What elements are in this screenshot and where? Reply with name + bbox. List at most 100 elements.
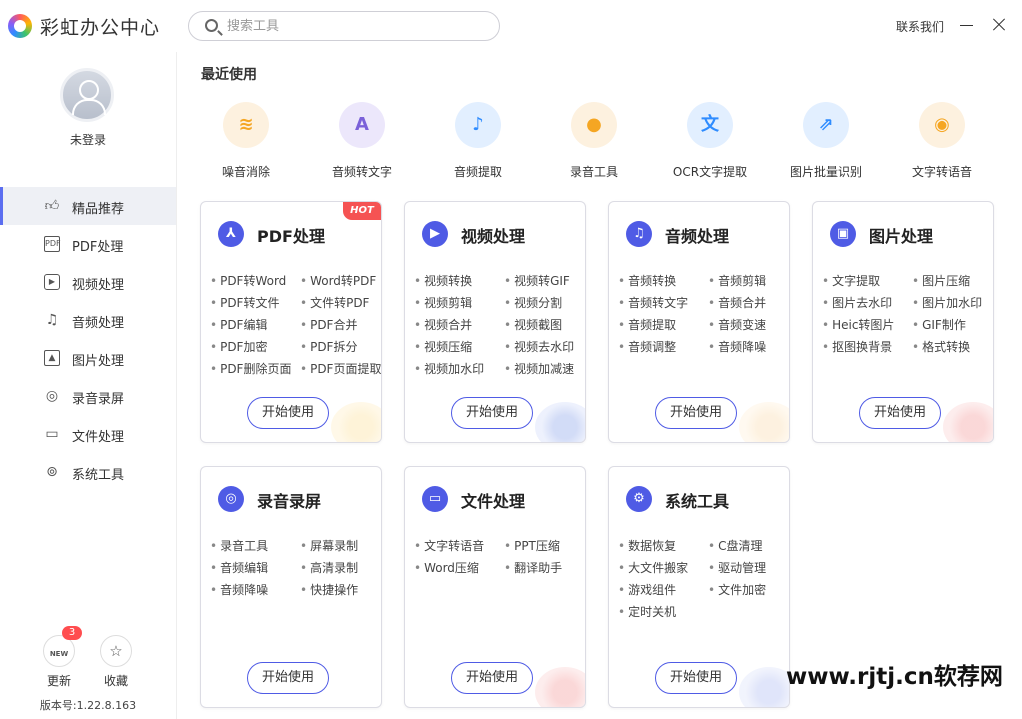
card-item[interactable]: PDF转文件	[210, 294, 302, 312]
avatar[interactable]	[60, 68, 114, 122]
card-item[interactable]: 抠图换背景	[822, 338, 914, 356]
image-icon: ▣	[830, 221, 856, 247]
card-item[interactable]: 图片加水印	[912, 294, 993, 312]
recent-item-noise-cancel[interactable]: ≋ 噪音消除	[188, 102, 304, 182]
card-item[interactable]: 音频转文字	[618, 294, 710, 312]
close-icon[interactable]	[990, 14, 1010, 36]
card-item[interactable]: 音频提取	[618, 316, 710, 334]
card-item[interactable]: 视频转GIF	[504, 272, 585, 290]
card-title: PDF处理	[257, 227, 325, 246]
card-audio: ♫ 音频处理 音频转换 音频剪辑 音频转文字 音频合并 音频提取 音频变速 音频…	[608, 201, 790, 443]
card-item[interactable]: 音频编辑	[210, 559, 302, 577]
recent-tools: ≋ 噪音消除 A 音频转文字 ♪ 音频提取 ● 录音工具 文 OCR文字提取 ⇗…	[188, 102, 1008, 182]
pdf-icon: ⅄	[218, 221, 244, 247]
card-item[interactable]: 文字提取	[822, 272, 914, 290]
pdf-icon: PDF	[44, 236, 61, 252]
decoration	[535, 667, 585, 707]
sidebar-item-featured[interactable]: 👍︎ 精品推荐	[0, 187, 176, 225]
recent-item-ocr[interactable]: 文 OCR文字提取	[652, 102, 768, 182]
card-item[interactable]: 视频去水印	[504, 338, 585, 356]
sidebar-item-pdf[interactable]: PDF PDF处理	[0, 225, 176, 263]
card-item[interactable]: 图片压缩	[912, 272, 993, 290]
card-item[interactable]: 视频加减速	[504, 360, 585, 378]
card-item[interactable]: 音频降噪	[210, 581, 302, 599]
card-item[interactable]: 音频变速	[708, 316, 789, 334]
star-icon: ☆	[109, 642, 123, 660]
card-item[interactable]: Word压缩	[414, 559, 506, 577]
card-item[interactable]: 视频加水印	[414, 360, 506, 378]
card-item[interactable]: 驱动管理	[708, 559, 789, 577]
card-item[interactable]: 数据恢复	[618, 537, 710, 555]
card-item[interactable]: PDF合并	[300, 316, 381, 334]
start-button[interactable]: 开始使用	[247, 397, 329, 429]
card-item[interactable]: 音频降噪	[708, 338, 789, 356]
card-item[interactable]: 游戏组件	[618, 581, 710, 599]
card-item[interactable]: 视频剪辑	[414, 294, 506, 312]
sidebar-item-label: 图片处理	[72, 354, 125, 369]
search-input[interactable]	[227, 16, 487, 36]
recent-item-recorder[interactable]: ● 录音工具	[536, 102, 652, 182]
card-item[interactable]: 视频截图	[504, 316, 585, 334]
recent-item-image-recognize[interactable]: ⇗ 图片批量识别	[768, 102, 884, 182]
card-item[interactable]: 定时关机	[618, 603, 710, 621]
start-button[interactable]: 开始使用	[247, 662, 329, 694]
card-title: 视频处理	[461, 227, 526, 246]
start-button[interactable]: 开始使用	[451, 397, 533, 429]
card-item[interactable]: 录音工具	[210, 537, 302, 555]
sidebar-item-system[interactable]: ⊚ 系统工具	[0, 453, 176, 491]
search-box[interactable]	[188, 11, 500, 41]
card-item[interactable]: 音频剪辑	[708, 272, 789, 290]
card-item[interactable]: PDF转Word	[210, 272, 302, 290]
recent-item-label: 文字转语音	[911, 165, 972, 179]
card-item[interactable]: 文件转PDF	[300, 294, 381, 312]
card-item[interactable]: 视频合并	[414, 316, 506, 334]
favorite-button[interactable]: ☆	[100, 635, 132, 667]
start-button[interactable]: 开始使用	[451, 662, 533, 694]
card-item[interactable]: 音频转换	[618, 272, 710, 290]
card-item[interactable]: 高清录制	[300, 559, 381, 577]
start-button[interactable]: 开始使用	[655, 397, 737, 429]
card-item[interactable]: 文字转语音	[414, 537, 506, 555]
card-item[interactable]: 屏幕录制	[300, 537, 381, 555]
sidebar-item-image[interactable]: ▲ 图片处理	[0, 339, 176, 377]
card-item[interactable]: PPT压缩	[504, 537, 585, 555]
card-recording: ◎ 录音录屏 录音工具 屏幕录制 音频编辑 高清录制 音频降噪 快捷操作 开始使…	[200, 466, 382, 708]
card-item[interactable]: 音频合并	[708, 294, 789, 312]
card-item[interactable]: 视频分割	[504, 294, 585, 312]
sidebar-item-label: 音频处理	[72, 316, 125, 331]
sidebar-item-video[interactable]: ▶ 视频处理	[0, 263, 176, 301]
start-button[interactable]: 开始使用	[655, 662, 737, 694]
card-item[interactable]: PDF拆分	[300, 338, 381, 356]
login-status[interactable]: 未登录	[0, 131, 176, 148]
card-item[interactable]: Heic转图片	[822, 316, 914, 334]
card-item[interactable]: 大文件搬家	[618, 559, 710, 577]
recent-item-audio-to-text[interactable]: A 音频转文字	[304, 102, 420, 182]
recent-item-text-to-speech[interactable]: ◉ 文字转语音	[884, 102, 1000, 182]
card-item[interactable]: C盘清理	[708, 537, 789, 555]
card-item[interactable]: 视频转换	[414, 272, 506, 290]
decoration	[331, 402, 381, 442]
recent-item-label: OCR文字提取	[672, 165, 748, 179]
card-item[interactable]: 格式转换	[912, 338, 993, 356]
card-item[interactable]: 音频调整	[618, 338, 710, 356]
card-item[interactable]: PDF编辑	[210, 316, 302, 334]
card-item[interactable]: PDF删除页面	[210, 360, 302, 378]
minimize-icon[interactable]	[958, 14, 976, 36]
card-item[interactable]: 快捷操作	[300, 581, 381, 599]
sidebar-item-recording[interactable]: ◎ 录音录屏	[0, 377, 176, 415]
rainbow-logo-icon	[8, 14, 32, 38]
recent-item-audio-extract[interactable]: ♪ 音频提取	[420, 102, 536, 182]
contact-us-link[interactable]: 联系我们	[896, 18, 944, 35]
card-item[interactable]: 图片去水印	[822, 294, 914, 312]
card-item[interactable]: 视频压缩	[414, 338, 506, 356]
card-item[interactable]: PDF页面提取	[300, 360, 381, 378]
card-item[interactable]: GIF制作	[912, 316, 993, 334]
start-button[interactable]: 开始使用	[859, 397, 941, 429]
card-item[interactable]: 文件加密	[708, 581, 789, 599]
sidebar-item-audio[interactable]: ♫ 音频处理	[0, 301, 176, 339]
card-item[interactable]: Word转PDF	[300, 272, 381, 290]
card-item[interactable]: PDF加密	[210, 338, 302, 356]
app-title: 彩虹办公中心	[40, 17, 161, 39]
card-item[interactable]: 翻译助手	[504, 559, 585, 577]
sidebar-item-file[interactable]: ▭ 文件处理	[0, 415, 176, 453]
